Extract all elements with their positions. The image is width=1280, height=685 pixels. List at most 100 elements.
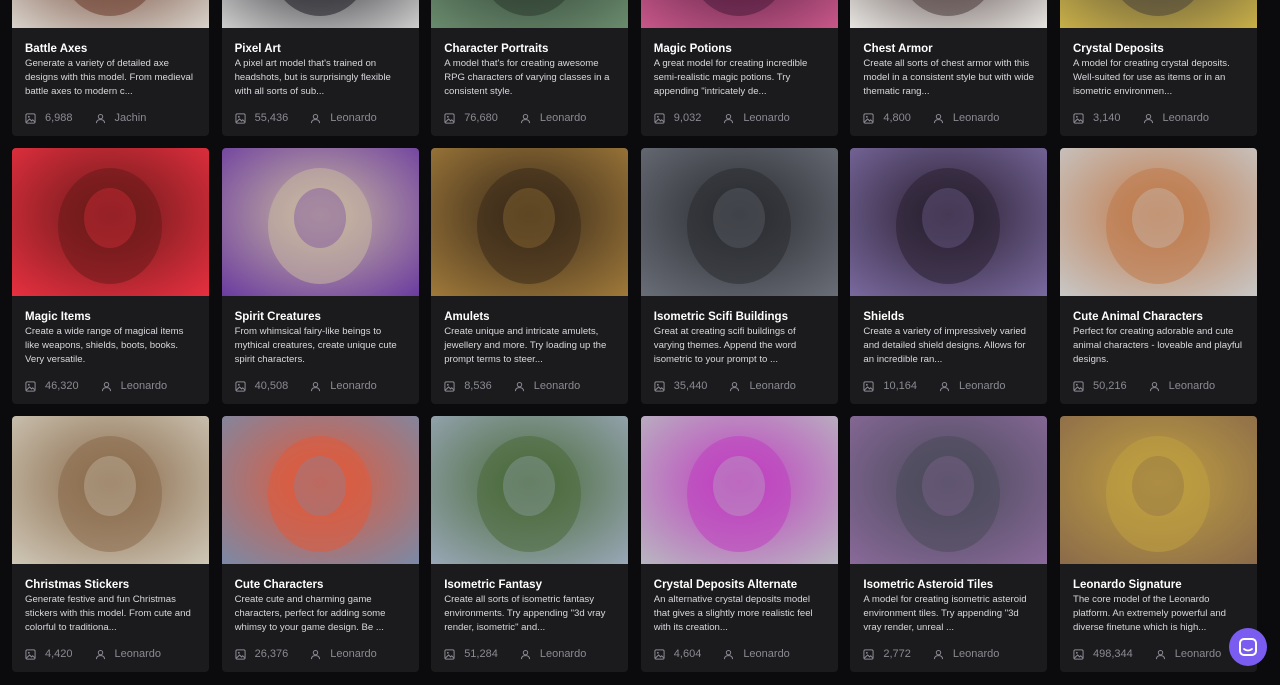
model-title: Chest Armor [863, 43, 933, 55]
image-count: 26,376 [235, 648, 288, 660]
image-icon [25, 380, 45, 392]
model-thumbnail[interactable] [221, 416, 419, 564]
image-count-value: 4,420 [45, 648, 73, 660]
model-description: An alternative crystal deposits model th… [653, 594, 813, 633]
user-icon [95, 113, 115, 124]
model-thumbnail[interactable] [1059, 0, 1257, 28]
user-icon [933, 113, 953, 124]
model-card-leonardo-signature[interactable]: Leonardo Signature The core model of the… [1059, 416, 1257, 672]
model-thumbnail[interactable] [640, 0, 838, 28]
model-card-spirit-creatures[interactable]: Spirit Creatures From whimsical fairy-li… [221, 148, 419, 404]
model-author[interactable]: Leonardo [933, 112, 999, 124]
chat-button[interactable] [1229, 628, 1267, 666]
model-card-isometric-asteroid-tiles[interactable]: Isometric Asteroid Tiles A model for cre… [850, 416, 1048, 672]
model-author[interactable]: Leonardo [1143, 112, 1209, 124]
model-description: Great at creating scifi buildings of var… [653, 326, 797, 365]
image-count: 4,420 [25, 648, 73, 660]
model-title: Cute Animal Characters [1072, 311, 1203, 323]
model-author[interactable]: Leonardo [933, 648, 1000, 660]
model-card-isometric-scifi-buildings[interactable]: Isometric Scifi Buildings Great at creat… [640, 148, 838, 404]
author-name: Leonardo [533, 380, 581, 392]
model-meta: 498,344 Leonardo [1073, 648, 1244, 660]
user-icon [310, 113, 330, 124]
author-name: Leonardo [539, 112, 587, 124]
model-thumbnail[interactable] [850, 148, 1048, 296]
model-thumbnail[interactable] [12, 416, 209, 564]
model-thumbnail[interactable] [850, 0, 1048, 28]
model-card-crystal-deposits-alternate[interactable]: Crystal Deposits Alternate An alternativ… [640, 416, 838, 672]
author-name: Leonardo [952, 648, 1000, 660]
user-icon [310, 381, 330, 392]
model-author[interactable]: Leonardo [723, 648, 790, 660]
author-name: Leonardo [743, 112, 790, 124]
model-meta: 35,440 Leonardo [654, 380, 825, 392]
model-card-christmas-stickers[interactable]: Christmas Stickers Generate festive and … [12, 416, 209, 672]
model-thumbnail[interactable] [221, 148, 419, 296]
model-author[interactable]: Leonardo [723, 112, 790, 124]
model-thumbnail[interactable] [1059, 148, 1257, 296]
image-icon [654, 648, 674, 660]
model-card-magic-items[interactable]: Magic Items Create a wide range of magic… [12, 148, 209, 404]
model-author[interactable]: Leonardo [514, 380, 581, 392]
model-card-chest-armor[interactable]: Chest Armor Create all sorts of chest ar… [850, 0, 1048, 136]
model-thumbnail[interactable] [1059, 416, 1257, 564]
model-author[interactable]: Leonardo [95, 648, 161, 660]
model-card-amulets[interactable]: Amulets Create unique and intricate amul… [431, 148, 629, 404]
model-card-battle-axes[interactable]: Battle Axes Generate a variety of detail… [12, 0, 209, 136]
model-card-crystal-deposits[interactable]: Crystal Deposits A model for creating cr… [1059, 0, 1257, 136]
model-meta: 2,772 Leonardo [863, 648, 1034, 660]
image-icon [235, 380, 255, 392]
model-author[interactable]: Leonardo [520, 648, 586, 660]
model-author[interactable]: Leonardo [1149, 380, 1215, 392]
model-meta: 9,032 Leonardo [654, 112, 825, 124]
image-icon [235, 648, 255, 660]
image-icon [235, 112, 255, 124]
model-thumbnail[interactable] [12, 148, 209, 296]
model-title: Crystal Deposits Alternate [653, 579, 798, 591]
model-author[interactable]: Leonardo [520, 112, 587, 124]
model-author[interactable]: Leonardo [729, 380, 796, 392]
model-title: Shields [863, 311, 905, 323]
model-card-character-portraits[interactable]: Character Portraits A model that's for c… [431, 0, 629, 136]
model-card-pixel-art[interactable]: Pixel Art A pixel art model that's train… [221, 0, 419, 136]
model-author[interactable]: Leonardo [310, 112, 377, 124]
image-icon [1073, 380, 1093, 392]
user-icon [933, 649, 953, 660]
model-meta: 4,604 Leonardo [654, 648, 825, 660]
model-card-magic-potions[interactable]: Magic Potions A great model for creating… [640, 0, 838, 136]
model-thumbnail[interactable] [221, 0, 419, 28]
model-meta: 76,680 Leonardo [444, 112, 615, 124]
user-icon [101, 381, 121, 392]
model-meta: 6,988 Jachin [25, 112, 196, 124]
model-title: Christmas Stickers [25, 579, 130, 591]
model-author[interactable]: Leonardo [310, 648, 377, 660]
model-author[interactable]: Leonardo [310, 380, 377, 392]
model-description: Generate a variety of detailed axe desig… [25, 58, 193, 97]
model-thumbnail[interactable] [431, 0, 629, 28]
model-thumbnail[interactable] [640, 416, 838, 564]
model-description: A model for creating crystal deposits. W… [1072, 58, 1230, 97]
model-thumbnail[interactable] [640, 148, 838, 296]
model-author[interactable]: Leonardo [101, 380, 167, 392]
model-description: Create cute and charming game characters… [234, 594, 386, 633]
model-card-shields[interactable]: Shields Create a variety of impressively… [850, 148, 1048, 404]
model-card-isometric-fantasy[interactable]: Isometric Fantasy Create all sorts of is… [431, 416, 629, 672]
model-author[interactable]: Leonardo [939, 380, 1006, 392]
model-author[interactable]: Jachin [95, 112, 146, 124]
image-count-value: 3,140 [1092, 112, 1121, 124]
model-thumbnail[interactable] [431, 148, 629, 296]
author-name: Leonardo [330, 112, 377, 124]
model-thumbnail[interactable] [850, 416, 1048, 564]
image-count: 4,604 [654, 648, 701, 660]
image-count: 46,320 [25, 380, 79, 392]
model-thumbnail[interactable] [12, 0, 209, 28]
image-count-value: 46,320 [45, 380, 79, 392]
model-card-cute-animal-characters[interactable]: Cute Animal Characters Perfect for creat… [1059, 148, 1257, 404]
model-card-cute-characters[interactable]: Cute Characters Create cute and charming… [221, 416, 419, 672]
model-meta: 10,164 Leonardo [863, 380, 1034, 392]
image-icon [863, 380, 883, 392]
model-description: From whimsical fairy-like beings to myth… [234, 326, 397, 365]
user-icon [1155, 649, 1175, 660]
model-author[interactable]: Leonardo [1155, 648, 1221, 660]
model-thumbnail[interactable] [431, 416, 629, 564]
